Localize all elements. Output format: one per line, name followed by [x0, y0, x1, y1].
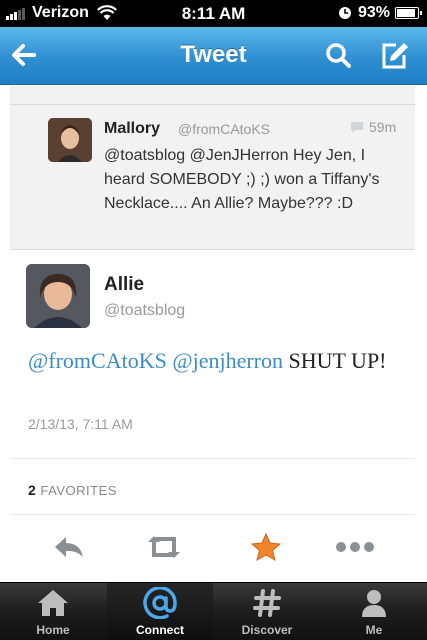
tweet-timestamp: 59m: [349, 119, 396, 135]
mention-link[interactable]: @jenjherron: [172, 348, 283, 373]
tweet-text: @fromCAtoKS @jenjherron SHUT UP!: [28, 346, 408, 376]
compose-button[interactable]: [376, 37, 416, 73]
favorite-button[interactable]: [244, 532, 288, 562]
more-button[interactable]: [333, 532, 377, 562]
mention-link[interactable]: @fromCAtoKS: [28, 348, 167, 373]
person-icon: [362, 590, 386, 617]
tab-label: Home: [36, 623, 70, 637]
author-name[interactable]: Mallory: [104, 120, 160, 138]
conversation-bubble-icon: [351, 122, 363, 133]
tweet-text-body: SHUT UP!: [288, 348, 387, 373]
divider: [10, 514, 415, 515]
reply-icon: [55, 537, 83, 557]
more-icon: [336, 542, 374, 552]
author-handle: @toatsblog: [104, 302, 186, 319]
avatar-image: [48, 118, 92, 162]
tweet-text: @toatsblog @JenJHerron Hey Jen, I heard …: [104, 147, 380, 212]
search-icon: [326, 43, 351, 68]
cut-off-text: ...: [58, 86, 418, 88]
tweet-detail: ... Mallory @fromCAtoKS 59m @toatsblog @…: [0, 86, 427, 582]
retweet-icon: [148, 536, 180, 558]
time-ago: 59m: [369, 119, 397, 135]
hashtag-icon: [253, 589, 281, 617]
avatar[interactable]: [48, 118, 92, 162]
conversation-tweet[interactable]: ... Mallory @fromCAtoKS 59m @toatsblog @…: [10, 86, 415, 250]
avatar-image: [26, 264, 90, 328]
star-icon: [251, 533, 281, 561]
clock-lock-icon: [338, 7, 351, 19]
tab-home[interactable]: Home: [0, 583, 106, 640]
battery-icon: [395, 7, 422, 19]
tab-bar: Home Connect Discover Me: [0, 582, 427, 640]
avatar[interactable]: [26, 264, 90, 328]
compose-icon: [382, 43, 408, 69]
retweet-button[interactable]: [142, 532, 186, 562]
favorites-number: 2: [28, 482, 37, 498]
favorites-label: FAVORITES: [40, 483, 117, 498]
author-name[interactable]: Allie: [104, 274, 144, 296]
battery-percent: 93%: [357, 4, 390, 21]
nav-bar: Tweet: [0, 27, 427, 85]
at-icon: [143, 587, 177, 619]
tab-discover[interactable]: Discover: [214, 583, 320, 640]
main-tweet: Allie @toatsblog @fromCAtoKS @jenjherron…: [10, 250, 415, 582]
home-icon: [38, 590, 68, 616]
divider: [10, 458, 415, 459]
divider: [10, 104, 415, 105]
author-handle: @fromCAtoKS: [178, 121, 271, 137]
page-title: Tweet: [180, 41, 247, 68]
tab-connect[interactable]: Connect: [107, 583, 213, 640]
tab-label: Connect: [136, 623, 184, 637]
tab-label: Me: [365, 623, 383, 637]
tab-label: Discover: [241, 623, 293, 637]
reply-button[interactable]: [47, 532, 91, 562]
status-bar: Verizon 8:11 AM 93%: [0, 0, 427, 27]
favorites-count[interactable]: 2 FAVORITES: [28, 482, 117, 498]
tab-me[interactable]: Me: [321, 583, 427, 640]
search-button[interactable]: [320, 37, 360, 73]
tweet-date: 2/13/13, 7:11 AM: [28, 416, 133, 432]
